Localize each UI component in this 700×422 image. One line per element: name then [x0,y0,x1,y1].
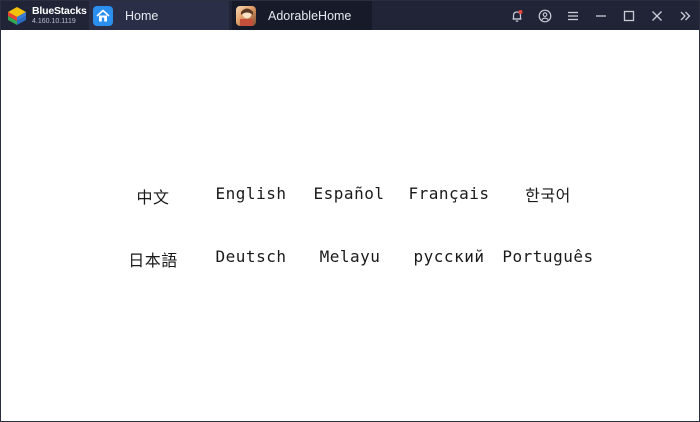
language-option-french[interactable]: Français [408,184,489,203]
brand-name: BlueStacks [32,4,87,17]
language-option-korean[interactable]: 한국어 [525,182,571,206]
language-option-spanish[interactable]: Español [314,184,385,203]
app-content: 中文 English Español Français 한국어 日本語 Deut… [1,30,699,421]
tab-adorablehome[interactable]: AdorableHome [232,1,372,30]
app-thumbnail-icon [236,5,256,26]
bluestacks-window: BlueStacks 4.160.10.1119 Home AdorableHo… [0,0,700,422]
bell-icon[interactable] [503,1,531,30]
close-icon[interactable] [643,1,671,30]
menu-icon[interactable] [559,1,587,30]
language-option-russian[interactable]: русский [414,247,485,266]
language-option-japanese[interactable]: 日本語 [128,247,178,271]
language-option-german[interactable]: Deutsch [216,247,287,266]
brand[interactable]: BlueStacks 4.160.10.1119 [1,1,89,30]
window-controls [503,1,699,30]
language-option-chinese[interactable]: 中文 [136,184,169,208]
home-icon [93,5,113,26]
language-option-english[interactable]: English [216,184,287,203]
language-option-portuguese[interactable]: Português [502,247,593,266]
tab-home-label: Home [125,8,159,23]
app-version: 4.160.10.1119 [32,18,76,26]
minimize-icon[interactable] [587,1,615,30]
tab-home[interactable]: Home [89,1,229,30]
title-bar: BlueStacks 4.160.10.1119 Home AdorableHo… [1,1,699,30]
tab-adorablehome-label: AdorableHome [268,8,352,23]
bluestacks-logo-icon [7,6,27,26]
language-option-malay[interactable]: Melayu [320,247,381,266]
maximize-icon[interactable] [615,1,643,30]
account-icon[interactable] [531,1,559,30]
sidebar-toggle-icon[interactable] [671,1,699,30]
